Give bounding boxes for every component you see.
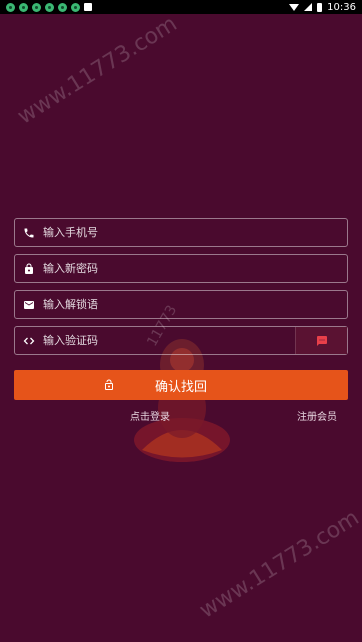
new-password-input[interactable]: [43, 255, 347, 282]
battery-icon: [317, 2, 323, 12]
phone-field[interactable]: [14, 218, 348, 247]
app-notification-icon: [71, 2, 80, 12]
unlock-phrase-input[interactable]: [43, 291, 347, 318]
app-notification-icon: [32, 2, 41, 12]
download-notification-icon: [84, 3, 92, 11]
signal-icon: [304, 3, 313, 11]
status-bar: 10:36: [0, 0, 362, 14]
confirm-recover-button[interactable]: 确认找回: [14, 370, 348, 400]
lock-icon: [15, 263, 43, 275]
wifi-icon: [289, 3, 300, 11]
app-notification-icon: [6, 2, 15, 12]
sms-icon: [316, 335, 327, 346]
clock: 10:36: [327, 1, 356, 13]
send-code-button[interactable]: [295, 327, 347, 354]
app-notification-icon: [45, 2, 54, 12]
status-indicators: 10:36: [289, 2, 356, 13]
app-notification-icon: [19, 2, 28, 12]
app-notification-icon: [58, 2, 67, 12]
register-link[interactable]: 注册会员: [297, 408, 337, 423]
phone-icon: [15, 227, 43, 239]
watermark-bottom: www.11773.com: [195, 505, 362, 624]
confirm-recover-label: 确认找回: [154, 379, 207, 395]
phone-input[interactable]: [43, 219, 347, 246]
password-field[interactable]: [14, 254, 348, 283]
verification-code-input[interactable]: [43, 327, 295, 354]
mail-icon: [15, 299, 43, 311]
login-link[interactable]: 点击登录: [130, 408, 170, 423]
unlock-icon: [104, 379, 113, 390]
unlock-phrase-field[interactable]: [14, 290, 348, 319]
verification-code-field[interactable]: [14, 326, 348, 355]
code-icon: [15, 335, 43, 347]
watermark-top: www.11773.com: [13, 11, 182, 130]
notification-icons: [6, 2, 92, 12]
